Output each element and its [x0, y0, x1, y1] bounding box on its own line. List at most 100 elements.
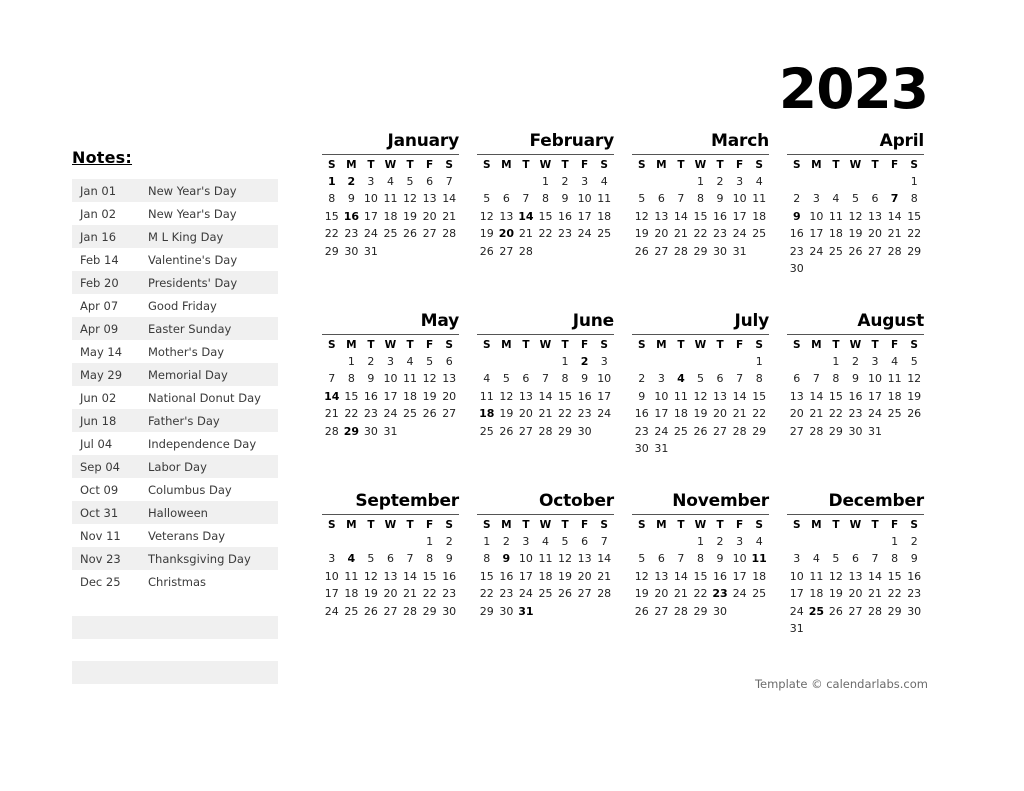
weekday-header: F	[736, 518, 744, 531]
weekday-header: S	[755, 518, 763, 531]
weekday-header-row: SMTWTFS	[787, 157, 924, 173]
day-cell: 18	[344, 587, 359, 601]
weekday-header: S	[600, 338, 608, 351]
day-cell: 10	[383, 372, 398, 386]
week-row: 5 6 7 8 9 10 11	[477, 190, 614, 208]
week-row: 23 24 25 26 27 28 29	[787, 243, 924, 261]
day-cell: 3	[328, 552, 336, 566]
week-row: 10 11 12 13 14 15 16	[322, 568, 459, 586]
week-row: 11 12 13 14 15 16 17	[477, 388, 614, 406]
month-title: February	[529, 131, 615, 151]
month-table: SMTWTFS 1 2 3 4 5 6 7 8 9 10 11 12 13 14 15 16 17 18 19 20 2…	[477, 337, 614, 441]
month-table: SMTWTFS 1 2 3 4 5 6 7 8 9 10 11 12 13 14 15 16 17 18 19 20 2…	[322, 517, 459, 621]
month-title: April	[879, 131, 925, 151]
day-cell: 24	[789, 604, 804, 618]
day-cell: 8	[347, 372, 355, 386]
day-cell-empty	[497, 173, 517, 191]
day-cell: 11	[752, 192, 767, 206]
day-cell: 11	[403, 372, 418, 386]
day-cell: 20	[442, 389, 457, 403]
weekday-header: M	[346, 518, 357, 531]
day-cell-empty	[730, 440, 750, 458]
day-cell: 1	[541, 174, 549, 188]
week-row: 9 10 11 12 13 14 15	[787, 208, 924, 226]
day-cell: 23	[363, 407, 378, 421]
note-date: Jan 01	[80, 183, 117, 198]
note-date: Feb 20	[80, 275, 119, 290]
day-cell: 18	[752, 569, 767, 583]
notes-row-gap	[72, 639, 278, 661]
day-cell: 15	[479, 569, 494, 583]
day-cell: 17	[577, 209, 592, 223]
month-title: December	[828, 491, 925, 511]
note-date: Jul 04	[80, 436, 113, 451]
day-cell: 23	[442, 587, 457, 601]
day-cell-empty	[497, 353, 517, 371]
day-cell-empty	[730, 603, 750, 621]
day-cell: 23	[344, 227, 359, 241]
day-cell-empty	[671, 533, 691, 551]
day-cell: 6	[657, 192, 665, 206]
week-row: 31	[787, 620, 924, 638]
day-cell: 9	[445, 552, 453, 566]
day-cell: 28	[324, 424, 339, 438]
day-cell-empty	[400, 243, 420, 261]
day-cell: 27	[654, 244, 669, 258]
weekday-header: T	[522, 158, 530, 171]
week-row: 3456789	[787, 550, 924, 568]
week-row: 13 14 15 16 17 18 19	[787, 388, 924, 406]
note-date: May 14	[80, 344, 123, 359]
day-cell: 18	[752, 209, 767, 223]
day-cell: 26	[848, 244, 863, 258]
day-cell-empty	[865, 533, 885, 551]
day-cell: 7	[677, 552, 685, 566]
weekday-header: T	[561, 518, 569, 531]
month-row-2: May S M T W T F S 1 2 3 4 5 6 7 8 9 10 11 12 13 14 15 16 17 18 19…	[322, 311, 942, 492]
week-row: 15 16 17 18 19 20 21	[477, 568, 614, 586]
day-cell: 22	[887, 587, 902, 601]
day-cell-empty	[400, 533, 420, 551]
day-cell: 26	[499, 424, 514, 438]
weekday-header: T	[716, 158, 724, 171]
day-cell: 22	[324, 227, 339, 241]
day-cell-holiday: 2	[580, 354, 589, 368]
day-cell-empty	[846, 173, 866, 191]
notes-spacer	[72, 593, 278, 616]
day-cell: 5	[638, 552, 646, 566]
day-cell: 12	[634, 209, 649, 223]
day-cell: 19	[558, 569, 573, 583]
day-cell: 19	[422, 389, 437, 403]
day-cell: 28	[518, 244, 533, 258]
weekday-header-row: SMTWTFS	[632, 517, 769, 533]
day-cell: 10	[654, 389, 669, 403]
week-row: 1234	[632, 533, 769, 551]
note-label: Labor Day	[148, 459, 207, 474]
day-cell: 20	[654, 227, 669, 241]
month-divider	[477, 513, 614, 515]
month-title: March	[711, 131, 769, 151]
day-cell: 29	[693, 244, 708, 258]
day-cell-empty	[904, 423, 924, 441]
day-cell-holiday: 14	[518, 209, 534, 223]
day-cell: 4	[755, 534, 763, 548]
day-cell: 13	[518, 389, 533, 403]
day-cell: 6	[657, 552, 665, 566]
notes-row: Jan 01 New Year's Day	[72, 179, 278, 202]
weekday-header: T	[561, 338, 569, 351]
day-cell: 11	[344, 569, 359, 583]
day-cell: 3	[386, 354, 394, 368]
month-title: November	[672, 491, 769, 511]
day-cell: 10	[809, 209, 824, 223]
day-cell: 25	[538, 587, 553, 601]
day-cell: 30	[713, 244, 728, 258]
weekday-header: S	[445, 518, 453, 531]
day-cell: 2	[910, 534, 918, 548]
day-cell: 30	[634, 442, 649, 456]
day-cell-empty	[807, 620, 827, 638]
note-date: Dec 25	[80, 574, 121, 589]
day-cell: 8	[561, 372, 569, 386]
day-cell: 5	[638, 192, 646, 206]
notes-row: Oct 09 Columbus Day	[72, 478, 278, 501]
day-cell-empty	[594, 423, 614, 441]
weekday-header: T	[406, 338, 414, 351]
